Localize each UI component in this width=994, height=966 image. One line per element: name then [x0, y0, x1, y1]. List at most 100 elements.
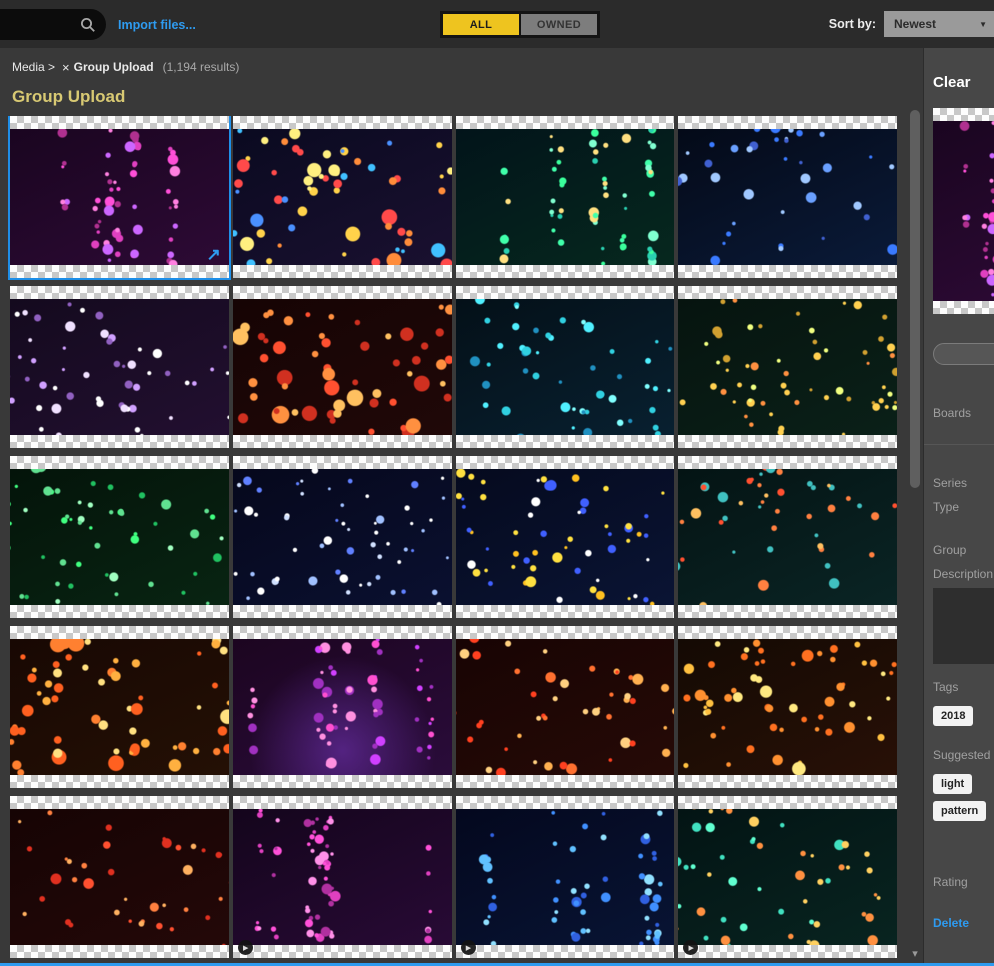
- tags-label: Tags: [933, 680, 959, 694]
- media-tile[interactable]: [232, 116, 452, 278]
- description-field[interactable]: [933, 588, 994, 664]
- transparency-checker: [678, 605, 897, 618]
- clear-button[interactable]: Clear: [933, 74, 971, 91]
- transparency-checker: [10, 796, 229, 809]
- thumbnail-image: [455, 809, 675, 945]
- transparency-checker: [455, 775, 675, 788]
- media-tile[interactable]: ▶: [678, 796, 897, 958]
- thumbnail-image: [232, 469, 452, 605]
- transparency-checker: [455, 116, 675, 129]
- search-icon: [81, 17, 95, 32]
- series-label: Series: [933, 476, 968, 490]
- scrollbar-thumb[interactable]: [910, 110, 920, 488]
- thumbnail-image: [10, 129, 229, 265]
- media-tile[interactable]: [678, 286, 897, 448]
- top-bar: Import files... ALL OWNED Sort by: Newes…: [0, 0, 994, 48]
- media-tile[interactable]: ▶: [232, 796, 452, 958]
- sort-control: Sort by: Newest ▼: [829, 11, 994, 37]
- body-row: Media > × Group Upload (1,194 results) G…: [0, 48, 994, 966]
- play-icon[interactable]: ▶: [237, 940, 253, 955]
- import-files-link[interactable]: Import files...: [118, 18, 196, 32]
- transparency-checker: [232, 626, 452, 639]
- thumbnail-image: [10, 299, 229, 435]
- transparency-checker: [10, 945, 229, 958]
- play-icon[interactable]: ▶: [460, 940, 476, 955]
- suggested-label: Suggested: [933, 748, 991, 762]
- media-tile[interactable]: ↗: [8, 116, 231, 280]
- sort-by-label: Sort by:: [828, 17, 876, 31]
- filter-chip-group-upload[interactable]: × Group Upload: [62, 60, 154, 74]
- transparency-checker: [232, 945, 452, 958]
- transparency-checker: [678, 796, 897, 809]
- close-icon[interactable]: ×: [62, 61, 70, 74]
- scroll-down-arrow-icon[interactable]: ▾: [907, 947, 923, 960]
- media-tile[interactable]: [678, 626, 897, 788]
- media-tile[interactable]: [455, 626, 675, 788]
- thumbnail-image: [455, 299, 675, 435]
- main-content: Media > × Group Upload (1,194 results) G…: [0, 48, 907, 966]
- transparency-checker: [678, 435, 897, 448]
- filter-chip-label: Group Upload: [73, 60, 154, 74]
- media-tile[interactable]: [10, 286, 229, 448]
- media-tile[interactable]: [678, 116, 897, 278]
- media-tile[interactable]: [232, 626, 452, 788]
- transparency-checker: [10, 286, 229, 299]
- search-input[interactable]: [0, 9, 106, 40]
- transparency-checker: [10, 605, 229, 618]
- transparency-checker: [232, 116, 452, 129]
- divider: [924, 444, 994, 445]
- thumbnail-image: [455, 469, 675, 605]
- media-tile[interactable]: ▶: [455, 796, 675, 958]
- transparency-checker: [232, 435, 452, 448]
- suggested-tag-chip[interactable]: pattern: [933, 801, 987, 821]
- thumbnail-image: [455, 129, 675, 265]
- transparency-checker: [455, 796, 675, 809]
- media-tile[interactable]: [10, 796, 229, 958]
- panel-action-button[interactable]: [933, 343, 994, 365]
- media-tile[interactable]: [10, 626, 229, 788]
- transparency-checker: [455, 626, 675, 639]
- preview-image: [933, 121, 994, 301]
- thumbnail-image: [232, 809, 452, 945]
- scrollbar[interactable]: ▾: [907, 48, 923, 966]
- transparency-checker: [455, 286, 675, 299]
- tag-chips: 2018: [933, 706, 974, 726]
- sort-dropdown[interactable]: Newest ▼: [884, 11, 994, 37]
- transparency-checker: [933, 108, 994, 121]
- breadcrumb: Media > × Group Upload (1,194 results): [0, 48, 907, 86]
- transparency-checker: [678, 286, 897, 299]
- media-tile[interactable]: [678, 456, 897, 618]
- breadcrumb-media[interactable]: Media >: [12, 60, 55, 74]
- transparency-checker: [678, 775, 897, 788]
- transparency-checker: [10, 626, 229, 639]
- media-grid: ↗ ▶ ▶ ▶: [0, 116, 907, 966]
- transparency-checker: [232, 605, 452, 618]
- description-label: Description: [933, 567, 994, 581]
- transparency-checker: [10, 116, 229, 129]
- thumbnail-image: [678, 809, 897, 945]
- thumbnail-image: [10, 469, 229, 605]
- thumbnail-image: [678, 129, 897, 265]
- results-count: (1,194 results): [162, 60, 240, 74]
- thumbnail-image: [678, 299, 897, 435]
- tag-chip[interactable]: 2018: [933, 706, 974, 726]
- media-tile[interactable]: [455, 116, 675, 278]
- suggested-tag-chip[interactable]: light: [933, 774, 973, 794]
- delete-link[interactable]: Delete: [933, 916, 969, 930]
- expand-arrow-icon[interactable]: ↗: [207, 246, 221, 263]
- media-tile[interactable]: [10, 456, 229, 618]
- transparency-checker: [678, 945, 897, 958]
- media-tile[interactable]: [232, 286, 452, 448]
- thumbnail-image: [10, 639, 229, 775]
- media-tile[interactable]: [455, 456, 675, 618]
- media-tile[interactable]: [455, 286, 675, 448]
- thumbnail-image: [10, 809, 229, 945]
- tab-owned[interactable]: OWNED: [521, 14, 597, 35]
- transparency-checker: [232, 796, 452, 809]
- transparency-checker: [10, 456, 229, 469]
- media-tile[interactable]: [232, 456, 452, 618]
- sort-value: Newest: [894, 17, 937, 31]
- transparency-checker: [455, 945, 675, 958]
- tab-all[interactable]: ALL: [443, 14, 519, 35]
- suggested-chips: light pattern: [933, 774, 987, 821]
